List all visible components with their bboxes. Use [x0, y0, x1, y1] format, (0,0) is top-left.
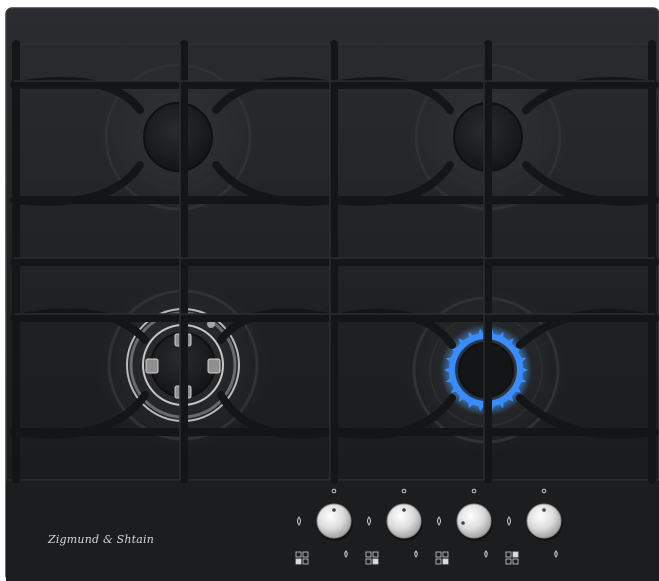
knob-pointer	[461, 521, 465, 525]
burner-map-icon	[442, 558, 449, 565]
knob-pointer	[332, 508, 336, 512]
burner-map-icon	[295, 558, 302, 565]
burner-map-icon	[512, 551, 519, 558]
knob-pointer	[402, 508, 406, 512]
burner-map-icon	[372, 558, 379, 565]
brand-logo: Zigmund & Shtain	[48, 533, 155, 546]
gas-hob-photo	[5, 7, 659, 581]
knob-pointer	[542, 508, 546, 512]
control-knob[interactable]	[456, 503, 492, 539]
